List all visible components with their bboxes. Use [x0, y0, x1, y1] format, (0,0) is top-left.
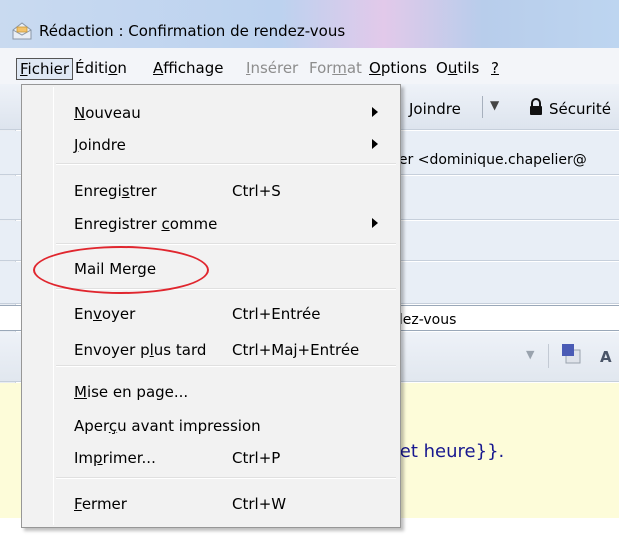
menu-item-shortcut: Ctrl+W: [232, 495, 287, 513]
menu-bar: Fichier Édition Affichage Insérer Format Opti…: [0, 48, 619, 84]
menu-separator: [56, 243, 396, 245]
menu-item-label: Fermer: [74, 495, 127, 513]
menu-affichage[interactable]: Affichage: [153, 59, 223, 77]
menu-item-label: Imprimer...: [74, 449, 156, 467]
menu-item-shortcut: Ctrl+Entrée: [232, 305, 321, 323]
menu-item-label: Envoyer plus tard: [74, 341, 206, 359]
menu-label-part: ichier: [27, 60, 70, 78]
label-part: Im: [74, 449, 94, 467]
text-color-picker-icon[interactable]: [560, 341, 582, 365]
menu-options[interactable]: Options: [369, 59, 427, 77]
security-button[interactable]: Sécurité: [549, 100, 611, 118]
label-part: Aper: [74, 417, 109, 435]
menu-label-part: ffichage: [163, 59, 224, 77]
menu-inserer[interactable]: Insérer: [246, 59, 298, 77]
paragraph-format-dropdown-arrow-icon[interactable]: ▼: [526, 348, 534, 361]
format-toolbar-separator: [548, 344, 549, 368]
compose-window-icon: [12, 22, 32, 40]
menu-accelerator: M: [74, 383, 87, 401]
submenu-arrow-icon: [372, 218, 378, 228]
label-part: ouveau: [85, 104, 141, 122]
file-menu-item-apercu[interactable]: Aperçu avant impression: [22, 411, 400, 441]
menu-item-label: Enregistrer: [74, 182, 157, 200]
menu-accelerator: F: [20, 60, 28, 78]
file-menu-item-enregistrer[interactable]: Enregistrer Ctrl+S: [22, 176, 400, 206]
menu-item-label: Enregistrer comme: [74, 215, 217, 233]
label-part: oyer: [101, 305, 136, 323]
menu-accelerator: p: [93, 449, 103, 467]
file-menu-item-enregistrer-comme[interactable]: Enregistrer comme: [22, 209, 400, 239]
menu-separator: [56, 163, 396, 165]
font-size-button[interactable]: A: [600, 348, 612, 366]
menu-accelerator: ç: [108, 417, 118, 435]
label-part: omme: [169, 215, 218, 233]
from-field[interactable]: ier <dominique.chapelier@: [395, 152, 587, 168]
menu-label-part: ptions: [380, 59, 427, 77]
submenu-arrow-icon: [372, 139, 378, 149]
menu-separator: [56, 477, 396, 479]
menu-label-part: tils: [457, 59, 480, 77]
menu-accelerator: u: [447, 59, 458, 77]
menu-accelerator: A: [153, 59, 164, 77]
window-title: Rédaction : Confirmation de rendez-vous: [39, 22, 346, 40]
menu-accelerator: ?: [491, 59, 499, 77]
menu-label-part: O: [436, 59, 448, 77]
toolbar-separator: [482, 96, 483, 118]
label-part: Enregi: [74, 182, 122, 200]
menu-accelerator: v: [92, 305, 102, 323]
message-body-text: e et heure}}.: [383, 441, 505, 462]
file-menu-item-joindre[interactable]: Joindre: [22, 130, 400, 160]
file-menu-item-nouveau[interactable]: Nouveau: [22, 98, 400, 128]
menu-edition[interactable]: Édition: [75, 59, 127, 77]
label-part: rimer...: [102, 449, 156, 467]
menu-item-label: Joindre: [74, 136, 126, 154]
menu-item-label: Mise en page...: [74, 383, 188, 401]
label-part: Envoyer p: [74, 341, 150, 359]
menu-accelerator: O: [369, 59, 381, 77]
attach-dropdown-arrow-icon[interactable]: ▼: [490, 98, 499, 112]
menu-accelerator: s: [121, 182, 130, 200]
menu-label-part: For: [309, 59, 333, 77]
menu-accelerator: F: [74, 495, 82, 513]
lock-icon[interactable]: [528, 98, 544, 116]
label-part: oindre: [78, 136, 126, 154]
menu-separator: [56, 365, 396, 367]
menu-item-shortcut: Ctrl+P: [232, 449, 281, 467]
file-menu-item-envoyer-plus-tard[interactable]: Envoyer plus tard Ctrl+Maj+Entrée: [22, 335, 400, 365]
menu-format[interactable]: Format: [309, 59, 362, 77]
file-menu-item-fermer[interactable]: Fermer Ctrl+W: [22, 489, 400, 519]
menu-label-part: at: [346, 59, 362, 77]
mail-merge-annotation-circle: [33, 246, 209, 294]
label-part: ermer: [81, 495, 127, 513]
menu-item-label: Aperçu avant impression: [74, 417, 261, 435]
menu-accelerator: m: [332, 59, 347, 77]
file-menu-item-imprimer[interactable]: Imprimer... Ctrl+P: [22, 443, 400, 473]
menu-label-part: n: [117, 59, 127, 77]
submenu-arrow-icon: [372, 107, 378, 117]
label-part: trer: [129, 182, 157, 200]
file-menu-dropdown: Nouveau Joindre Enregistrer Ctrl+S Enregistr…: [21, 84, 401, 528]
label-part: ise en page...: [86, 383, 189, 401]
menu-item-shortcut: Ctrl+Maj+Entrée: [232, 341, 360, 359]
menu-item-shortcut: Ctrl+S: [232, 182, 281, 200]
menu-fichier[interactable]: Fichier: [16, 58, 74, 80]
menu-accelerator: N: [74, 104, 86, 122]
label-part: En: [74, 305, 93, 323]
menu-item-label: Envoyer: [74, 305, 135, 323]
label-part: u avant impression: [117, 417, 261, 435]
menu-aide[interactable]: ?: [491, 59, 499, 77]
title-bar: Rédaction : Confirmation de rendez-vous: [0, 0, 619, 48]
menu-outils[interactable]: Outils: [436, 59, 479, 77]
file-menu-item-envoyer[interactable]: Envoyer Ctrl+Entrée: [22, 299, 400, 329]
menu-item-label: Nouveau: [74, 104, 141, 122]
menu-accelerator: c: [161, 215, 170, 233]
label-part: us tard: [153, 341, 207, 359]
label-part: Enregistrer: [74, 215, 162, 233]
menu-label-part: Éditi: [75, 59, 109, 77]
menu-label-part: nsérer: [250, 59, 299, 77]
file-menu-item-mise-en-page[interactable]: Mise en page...: [22, 377, 400, 407]
attach-button[interactable]: Joindre: [409, 100, 461, 118]
